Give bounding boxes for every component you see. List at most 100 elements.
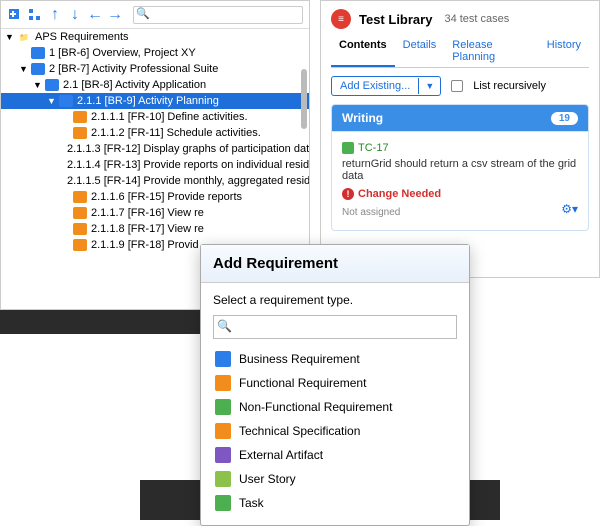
gear-icon[interactable]: ⚙▾ xyxy=(561,202,578,216)
requirement-type-list: Business Requirement Functional Requirem… xyxy=(213,347,457,515)
fr-icon xyxy=(73,207,87,219)
chevron-down-icon[interactable]: ▼ xyxy=(418,78,440,94)
tab-contents[interactable]: Contents xyxy=(331,35,395,67)
us-icon xyxy=(215,471,231,487)
tree-label: 2.1.1.4 [FR-13] Provide reports on indiv… xyxy=(67,159,309,171)
tree-label: 2.1.1.7 [FR-16] View re xyxy=(91,207,204,219)
folder-icon: 📁 xyxy=(17,31,31,43)
tab-bar: Contents Details Release Planning Histor… xyxy=(331,35,589,68)
test-case-id-row: TC-17 xyxy=(342,142,578,154)
panel-header: ≡ Test Library 34 test cases xyxy=(331,9,589,29)
tree-label: 2.1 [BR-8] Activity Application xyxy=(63,79,206,91)
search-icon: 🔍 xyxy=(136,7,150,20)
tree-label: 2.1.1 [BR-9] Activity Planning xyxy=(77,95,219,107)
tree-label: APS Requirements xyxy=(35,31,129,43)
tree-node[interactable]: 2.1.1.6 [FR-15] Provide reports xyxy=(1,189,309,205)
tree-node[interactable]: 2.1.1.1 [FR-10] Define activities. xyxy=(1,109,309,125)
dialog-body: Select a requirement type. 🔍 Business Re… xyxy=(201,283,469,525)
tree-node[interactable]: ▼2 [BR-7] Activity Professional Suite xyxy=(1,61,309,77)
fr-icon xyxy=(73,223,87,235)
tree-label: 2.1.1.9 [FR-18] Provid xyxy=(91,239,199,251)
br-icon xyxy=(31,63,45,75)
test-case-card[interactable]: TC-17 returnGrid should return a csv str… xyxy=(332,131,588,230)
type-functional-requirement[interactable]: Functional Requirement xyxy=(213,371,457,395)
type-label: External Artifact xyxy=(239,448,323,462)
tree-node[interactable]: 2.1.1.5 [FR-14] Provide monthly, aggrega… xyxy=(1,173,309,189)
arrow-up-icon[interactable]: ↑ xyxy=(47,7,63,23)
list-recursively-checkbox[interactable] xyxy=(451,80,463,92)
list-recursively-label: List recursively xyxy=(473,80,546,92)
tree-node[interactable]: 2.1.1.3 [FR-12] Display graphs of partic… xyxy=(1,141,309,157)
search-icon: 🔍 xyxy=(217,319,232,333)
type-task[interactable]: Task xyxy=(213,491,457,515)
type-label: Functional Requirement xyxy=(239,376,366,390)
panel-title: Test Library xyxy=(359,12,432,27)
tree-search-input[interactable] xyxy=(133,6,303,24)
br-icon xyxy=(59,95,73,107)
alert-icon: ! xyxy=(342,188,354,200)
br-icon xyxy=(45,79,59,91)
tab-history[interactable]: History xyxy=(539,35,589,67)
type-search: 🔍 xyxy=(213,315,457,339)
test-library-panel: ≡ Test Library 34 test cases Contents De… xyxy=(320,0,600,278)
tree-root[interactable]: ▼📁APS Requirements xyxy=(1,29,309,45)
add-existing-button[interactable]: Add Existing... ▼ xyxy=(331,76,441,96)
tree-label: 2.1.1.8 [FR-17] View re xyxy=(91,223,204,235)
tree-node-selected[interactable]: ▼2.1.1 [BR-9] Activity Planning xyxy=(1,93,309,109)
test-case-icon xyxy=(342,142,354,154)
type-label: Technical Specification xyxy=(239,424,360,438)
tree-search: 🔍 xyxy=(133,5,303,24)
type-external-artifact[interactable]: External Artifact xyxy=(213,443,457,467)
type-technical-specification[interactable]: Technical Specification xyxy=(213,419,457,443)
tree-label: 2 [BR-7] Activity Professional Suite xyxy=(49,63,218,75)
tree-label: 2.1.1.5 [FR-14] Provide monthly, aggrega… xyxy=(67,175,309,187)
fr-icon xyxy=(73,191,87,203)
tree-label: 2.1.1.6 [FR-15] Provide reports xyxy=(91,191,242,203)
section-title: Writing xyxy=(342,111,383,125)
type-search-input[interactable] xyxy=(213,315,457,339)
test-case-id: TC-17 xyxy=(358,142,389,154)
tree-node[interactable]: 2.1.1.4 [FR-13] Provide reports on indiv… xyxy=(1,157,309,173)
library-icon: ≡ xyxy=(331,9,351,29)
test-case-title: returnGrid should return a csv stream of… xyxy=(342,158,578,182)
type-non-functional-requirement[interactable]: Non-Functional Requirement xyxy=(213,395,457,419)
controls-row: Add Existing... ▼ List recursively xyxy=(331,76,589,96)
tab-release[interactable]: Release Planning xyxy=(444,35,538,67)
tree-label: 2.1.1.3 [FR-12] Display graphs of partic… xyxy=(67,143,309,155)
add-existing-label: Add Existing... xyxy=(332,77,418,95)
tab-details[interactable]: Details xyxy=(395,35,445,67)
ts-icon xyxy=(215,423,231,439)
type-label: User Story xyxy=(239,472,296,486)
fr-icon xyxy=(215,375,231,391)
scrollbar-thumb[interactable] xyxy=(301,69,307,129)
arrow-left-icon[interactable]: ← xyxy=(87,7,103,23)
type-label: Task xyxy=(239,496,264,510)
add-icon[interactable] xyxy=(7,7,23,23)
ea-icon xyxy=(215,447,231,463)
dialog-prompt: Select a requirement type. xyxy=(213,293,457,307)
fr-icon xyxy=(73,111,87,123)
tree-icon[interactable] xyxy=(27,7,43,23)
tree-label: 2.1.1.2 [FR-11] Schedule activities. xyxy=(91,127,261,139)
arrow-right-icon[interactable]: → xyxy=(107,7,123,23)
tree-node[interactable]: ▼2.1 [BR-8] Activity Application xyxy=(1,77,309,93)
tk-icon xyxy=(215,495,231,511)
type-business-requirement[interactable]: Business Requirement xyxy=(213,347,457,371)
type-user-story[interactable]: User Story xyxy=(213,467,457,491)
tree-node[interactable]: 2.1.1.2 [FR-11] Schedule activities. xyxy=(1,125,309,141)
tree-label: 1 [BR-6] Overview, Project XY xyxy=(49,47,196,59)
section-header[interactable]: Writing 19 xyxy=(332,105,588,131)
type-label: Business Requirement xyxy=(239,352,360,366)
fr-icon xyxy=(73,127,87,139)
dialog-title: Add Requirement xyxy=(201,245,469,283)
add-requirement-dialog: Add Requirement Select a requirement typ… xyxy=(200,244,470,526)
type-label: Non-Functional Requirement xyxy=(239,400,392,414)
nfr-icon xyxy=(215,399,231,415)
br-icon xyxy=(215,351,231,367)
tree-node[interactable]: 1 [BR-6] Overview, Project XY xyxy=(1,45,309,61)
assigned-text: Not assigned xyxy=(342,207,400,218)
arrow-down-icon[interactable]: ↓ xyxy=(67,7,83,23)
tree-node[interactable]: 2.1.1.7 [FR-16] View re xyxy=(1,205,309,221)
tree-node[interactable]: 2.1.1.8 [FR-17] View re xyxy=(1,221,309,237)
panel-subtitle: 34 test cases xyxy=(444,13,509,25)
